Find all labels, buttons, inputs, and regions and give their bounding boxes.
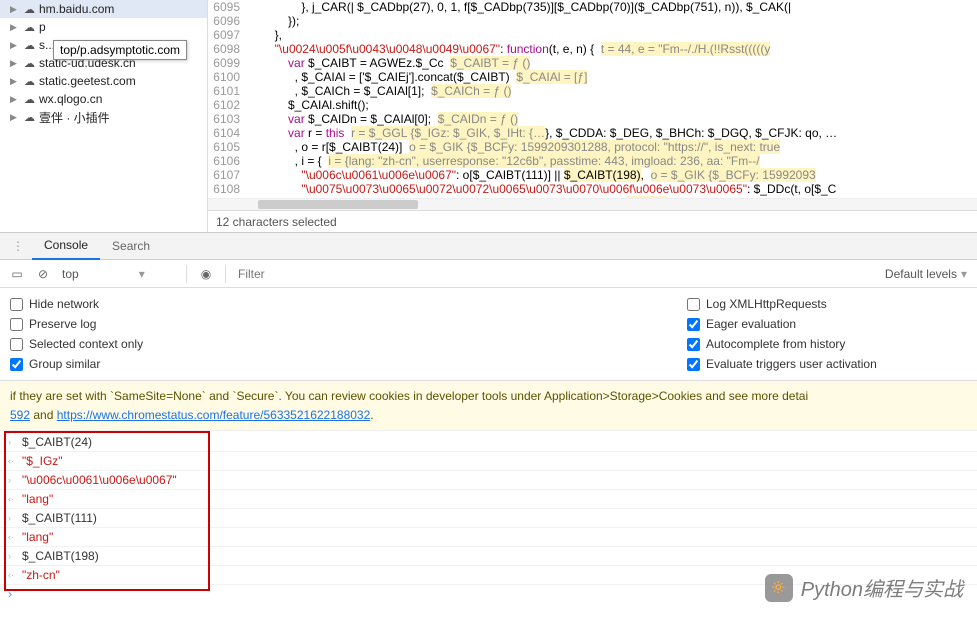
checkbox[interactable] <box>687 358 700 371</box>
option-preserve-log[interactable]: Preserve log <box>10 314 687 334</box>
arrow-icon: ▶ <box>10 58 20 69</box>
console-settings: Hide networkPreserve logSelected context… <box>0 288 977 381</box>
checkbox[interactable] <box>10 298 23 311</box>
arrow-icon: ▶ <box>10 4 20 15</box>
input-marker-icon: › <box>8 551 22 561</box>
code-lines[interactable]: }, j_CAR(| $_CADbp(27), 0, 1, f[$_CADbp(… <box>248 0 977 198</box>
drawer-menu-icon[interactable]: ⋮ <box>4 239 32 253</box>
arrow-icon: ▶ <box>10 76 20 87</box>
context-select[interactable]: top <box>58 265 178 283</box>
cloud-icon: ☁ <box>24 75 35 88</box>
checkbox[interactable] <box>10 338 23 351</box>
option-autocomplete-from-history[interactable]: Autocomplete from history <box>687 334 967 354</box>
arrow-icon: ▶ <box>10 94 20 105</box>
console-toolbar: ▭ ⊘ top ◉ Default levels <box>0 260 977 288</box>
line-numbers: 6095609660976098609961006101610261036104… <box>208 0 248 198</box>
console-row[interactable]: ‹·"lang" <box>0 490 977 509</box>
clear-console-icon[interactable]: ⊘ <box>32 263 54 285</box>
editor-status: 12 characters selected <box>208 210 977 232</box>
filter-input[interactable] <box>234 263 877 285</box>
option-selected-context-only[interactable]: Selected context only <box>10 334 687 354</box>
input-marker-icon: › <box>8 513 22 523</box>
output-marker-icon: ‹· <box>8 570 22 580</box>
code-editor[interactable]: 6095609660976098609961006101610261036104… <box>208 0 977 232</box>
console-row[interactable]: ›$_CAIBT(198) <box>0 547 977 566</box>
tree-item[interactable]: ▶☁hm.baidu.com <box>0 0 207 18</box>
divider <box>186 265 187 283</box>
input-marker-icon: › <box>8 475 22 485</box>
tab-console[interactable]: Console <box>32 232 100 260</box>
drawer-tabs: ⋮ Console Search <box>0 232 977 260</box>
cloud-icon: ☁ <box>24 3 35 16</box>
divider <box>225 265 226 283</box>
arrow-icon: ▶ <box>10 112 20 123</box>
option-log-xmlhttprequests[interactable]: Log XMLHttpRequests <box>687 294 967 314</box>
arrow-icon: ▶ <box>10 40 20 51</box>
arrow-icon: ▶ <box>10 22 20 33</box>
option-hide-network[interactable]: Hide network <box>10 294 687 314</box>
console-row[interactable]: ‹·"$_IGz" <box>0 452 977 471</box>
cloud-icon: ☁ <box>24 21 35 34</box>
console-warning: if they are set with `SameSite=None` and… <box>0 381 977 431</box>
checkbox[interactable] <box>10 318 23 331</box>
cloud-icon: ☁ <box>24 57 35 70</box>
tooltip: top/p.adsymptotic.com <box>53 40 187 60</box>
warn-link[interactable]: https://www.chromestatus.com/feature/563… <box>57 408 371 422</box>
log-levels-select[interactable]: Default levels <box>881 263 971 285</box>
tree-item[interactable]: ▶☁wx.qlogo.cn <box>0 90 207 108</box>
console-row[interactable]: ›"\u006c\u0061\u006e\u0067" <box>0 471 977 490</box>
checkbox[interactable] <box>687 318 700 331</box>
input-marker-icon: › <box>8 437 22 447</box>
live-expr-icon[interactable]: ◉ <box>195 263 217 285</box>
watermark: 🔆 Python编程与实战 <box>765 573 963 602</box>
tab-search[interactable]: Search <box>100 233 162 259</box>
sidebar-toggle-icon[interactable]: ▭ <box>6 263 28 285</box>
option-evaluate-triggers-user-activation[interactable]: Evaluate triggers user activation <box>687 354 967 374</box>
output-marker-icon: ‹· <box>8 532 22 542</box>
scroll-thumb[interactable] <box>258 200 418 209</box>
tree-item[interactable]: ▶☁壹伴 · 小插件 <box>0 108 207 126</box>
console-row[interactable]: ›$_CAIBT(111) <box>0 509 977 528</box>
cloud-icon: ☁ <box>24 111 35 124</box>
console-row[interactable]: ›$_CAIBT(24) <box>0 433 977 452</box>
source-tree: ▶☁hm.baidu.com ▶☁p ▶☁s... ▶☁static-ud.ud… <box>0 0 208 232</box>
checkbox[interactable] <box>687 338 700 351</box>
output-marker-icon: ‹· <box>8 456 22 466</box>
watermark-icon: 🔆 <box>765 574 793 602</box>
warn-link[interactable]: 592 <box>10 408 30 422</box>
option-group-similar[interactable]: Group similar <box>10 354 687 374</box>
cloud-icon: ☁ <box>24 93 35 106</box>
console-row[interactable]: ‹·"lang" <box>0 528 977 547</box>
tree-item[interactable]: ▶☁p <box>0 18 207 36</box>
checkbox[interactable] <box>687 298 700 311</box>
checkbox[interactable] <box>10 358 23 371</box>
tree-item[interactable]: ▶☁static.geetest.com <box>0 72 207 90</box>
cloud-icon: ☁ <box>24 39 35 52</box>
scrollbar-h[interactable] <box>208 198 977 210</box>
output-marker-icon: ‹· <box>8 494 22 504</box>
option-eager-evaluation[interactable]: Eager evaluation <box>687 314 967 334</box>
